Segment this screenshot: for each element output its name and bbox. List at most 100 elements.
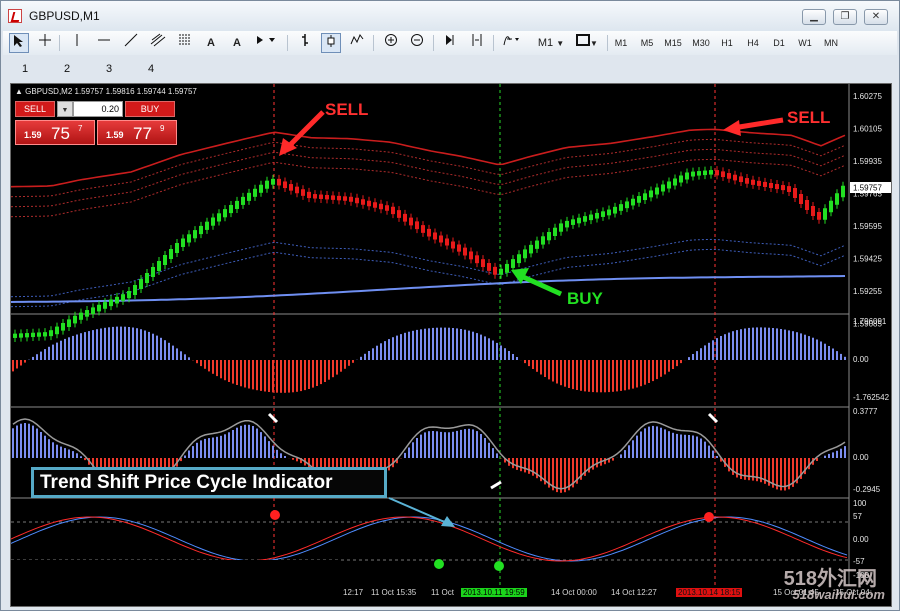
buy-arrow <box>519 273 563 297</box>
zoom-in-button[interactable] <box>381 33 401 53</box>
chart-canvas[interactable]: 1.602751.601051.599351.597651.595951.594… <box>11 84 892 607</box>
candle-body <box>85 310 89 317</box>
candle-body <box>265 180 269 189</box>
indicators-icon <box>503 36 519 46</box>
indicator-number: 1 <box>22 63 29 75</box>
candle-body <box>751 179 755 185</box>
chevron-down-icon: ▼ <box>556 39 565 48</box>
template-icon <box>576 34 591 46</box>
price-axis-label: 1.59425 <box>853 255 882 264</box>
cursor-tool[interactable] <box>9 33 29 53</box>
sell-arrow-right-head <box>723 120 741 136</box>
candle-body <box>715 170 719 176</box>
sell-arrow-right <box>732 117 784 131</box>
signal-marker <box>707 412 719 424</box>
candle-body <box>319 194 323 199</box>
timeframe-mn[interactable]: MN <box>819 33 843 53</box>
candle-body <box>739 176 743 183</box>
sell-price-prefix: 1.59 <box>24 130 42 140</box>
time-label: 12:17 <box>343 588 364 597</box>
timeframe-m5[interactable]: M5 <box>635 33 659 53</box>
candle-body <box>199 225 203 235</box>
restore-button[interactable]: ❐ <box>833 9 857 25</box>
candlestick-tool[interactable] <box>321 33 341 53</box>
indicator-number: 3 <box>106 63 113 75</box>
auto-scroll-button[interactable] <box>441 33 461 53</box>
candle-body <box>607 209 611 216</box>
templates-dropdown[interactable]: ▼ <box>569 33 605 53</box>
candle-body <box>307 191 311 199</box>
candle-body <box>523 249 527 259</box>
timeframe-m1[interactable]: M1 <box>609 33 633 53</box>
lot-decrease-button[interactable]: ▼ <box>57 101 73 117</box>
candle-body <box>355 197 359 204</box>
oscillator-axis-label: 100 <box>853 499 867 508</box>
auto-scroll-icon <box>446 35 454 45</box>
horizontal-line-tool[interactable] <box>94 33 114 53</box>
candle-body <box>79 312 83 320</box>
candle-body <box>703 170 707 176</box>
buy-button[interactable]: BUY <box>125 101 175 117</box>
zoom-out-button[interactable] <box>407 33 427 53</box>
close-button[interactable]: ✕ <box>864 9 888 25</box>
timeframe-m15[interactable]: M15 <box>661 33 685 53</box>
timeframe-m30[interactable]: M30 <box>689 33 713 53</box>
indicators-button[interactable] <box>501 33 521 53</box>
timeframe-h4[interactable]: H4 <box>741 33 765 53</box>
cycle-dot <box>434 559 444 569</box>
text-label-tool[interactable]: A <box>227 33 247 53</box>
trendline-tool[interactable] <box>121 33 141 53</box>
candle-body <box>829 200 833 213</box>
minimize-button[interactable]: ▁ <box>802 9 826 25</box>
candle-body <box>97 304 101 312</box>
candle-body <box>157 261 161 271</box>
candle-body <box>415 221 419 230</box>
price-chart[interactable]: 1.60275 1.60105 1.59935 1.59765 1.59595 1.594… <box>10 83 892 607</box>
candle-body <box>679 175 683 183</box>
candles <box>13 166 845 342</box>
price-axis: 1.602751.601051.599351.597651.595951.594… <box>850 92 891 580</box>
candle-body <box>13 333 17 338</box>
text-tool[interactable]: A <box>201 33 221 53</box>
line-chart-tool[interactable] <box>347 33 367 53</box>
channel-tool[interactable] <box>148 33 168 53</box>
fibonacci-tool[interactable] <box>175 33 195 53</box>
candle-body <box>529 244 533 254</box>
toolbar-separator <box>607 35 608 51</box>
candle-body <box>109 299 113 307</box>
sell-button[interactable]: SELL <box>15 101 55 117</box>
crosshair-tool[interactable] <box>35 33 55 53</box>
candle-body <box>439 235 443 243</box>
oscillator-axis-label: -1.762542 <box>853 393 890 402</box>
candle-body <box>643 193 647 201</box>
arrows-tool[interactable] <box>255 33 275 53</box>
buy-annotation: BUY <box>567 289 603 308</box>
candle-body <box>205 221 209 230</box>
sell-annotation-left: SELL <box>325 100 369 119</box>
candle-body <box>409 217 413 226</box>
timeframe-h1[interactable]: H1 <box>715 33 739 53</box>
timeframe-w1[interactable]: W1 <box>793 33 817 53</box>
candle-body <box>661 184 665 192</box>
sell-price-fraction: 7 <box>78 124 83 133</box>
candle-body <box>67 319 71 327</box>
candle-body <box>733 174 737 181</box>
timeframe-d1[interactable]: D1 <box>767 33 791 53</box>
buy-price-button[interactable]: 1.59 77 9 <box>97 120 177 145</box>
sell-price-button[interactable]: 1.59 75 7 <box>15 120 95 145</box>
period-dropdown[interactable]: M1 ▼ <box>531 33 571 53</box>
candle-body <box>781 185 785 191</box>
period-separator-tool[interactable] <box>295 33 315 53</box>
symbol-quote: GBPUSD,M2 1.59757 1.59816 1.59744 1.5975… <box>25 87 197 96</box>
time-label-highlight-sell: 2013.10.14 18:15 <box>676 588 743 597</box>
lot-size-field[interactable]: 0.20 <box>73 101 123 117</box>
vertical-line-tool[interactable] <box>67 33 87 53</box>
chart-shift-button[interactable] <box>467 33 487 53</box>
terminal-window: GBPUSD,M1 ▁ ❐ ✕ A A M1 ▼ ▼ M1 M5 M15 M30… <box>0 0 900 611</box>
candle-body <box>325 194 329 200</box>
candle-body <box>115 296 119 304</box>
candle-body <box>499 268 503 275</box>
candle-body <box>745 178 749 184</box>
oscillator-axis-label: 0.00 <box>853 355 869 364</box>
candle-body <box>235 200 239 209</box>
